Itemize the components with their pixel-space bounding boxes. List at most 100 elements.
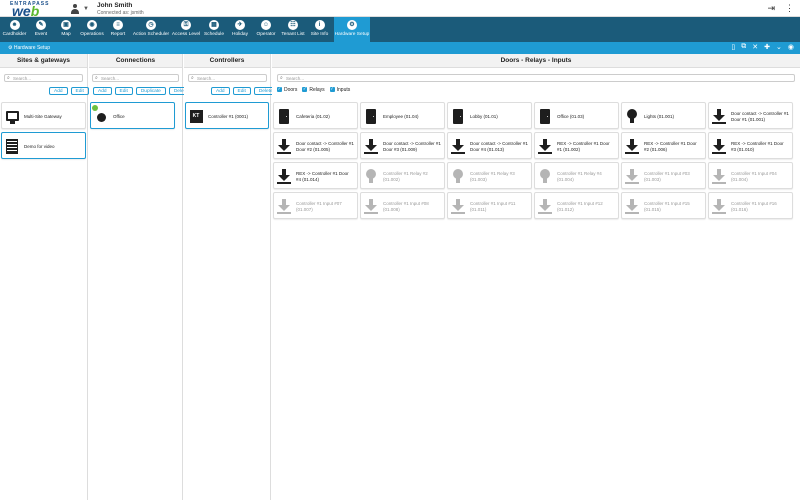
list-item-label: Controller #1 Input #04 (01.004): [731, 171, 777, 182]
list-item-label: Controller #1 Relay #4 (01.004): [557, 171, 602, 182]
list-item-label: REX -> Controller #1 Door #4 (01.014): [296, 171, 349, 182]
list-item-label: Controller #1 Input #15 (01.015): [644, 201, 690, 212]
list-item[interactable]: Lights (01.001): [621, 102, 706, 129]
list-item-label: Lobby (01.01): [470, 113, 498, 119]
nav-item-hardware-setup[interactable]: ⚙ Hardware Setup: [334, 17, 370, 42]
nav-item-label: Hardware Setup: [334, 32, 370, 37]
nav-item-report[interactable]: ≡ Report: [106, 17, 130, 42]
add-button[interactable]: Add: [211, 87, 230, 95]
list-item-label: Door contact -> Controller #1 Door #4 (0…: [470, 141, 528, 152]
more-options-icon[interactable]: ⋮: [785, 3, 794, 14]
input-arrow-icon: [625, 168, 639, 184]
filter-doors[interactable]: Doors: [277, 86, 297, 93]
list-item[interactable]: Controller #1 Input #11 (01.011): [447, 192, 532, 219]
nav-item-label: Operations: [80, 32, 104, 37]
edit-button[interactable]: Edit: [232, 87, 251, 95]
controller-icon: KT: [189, 108, 203, 124]
action-scheduler-icon: ◷: [146, 20, 156, 30]
controllers-search-input[interactable]: ⌕ Search...: [188, 74, 267, 82]
nav-item-operations[interactable]: ◉ Operations: [79, 17, 105, 42]
sub-toolbar: ⚙ Hardware Setup ▯ ⧉ ✕ ✚ ⌄ ◉: [0, 42, 800, 54]
close-icon[interactable]: ✕: [752, 43, 758, 51]
search-icon: ⌕: [280, 75, 283, 81]
chevron-down-icon[interactable]: ⌄: [776, 43, 782, 51]
list-item-label: Controller #1 (0001): [208, 113, 249, 119]
input-arrow-icon: [277, 198, 291, 214]
list-item[interactable]: Employee (01.04): [360, 102, 445, 129]
list-item[interactable]: Controller #1 Input #08 (01.008): [360, 192, 445, 219]
doors-search-input[interactable]: ⌕ Search...: [277, 74, 795, 82]
eye-icon[interactable]: ◉: [788, 43, 794, 51]
nav-item-holiday[interactable]: ✈ Holiday: [228, 17, 252, 42]
nav-item-map[interactable]: ▣ Map: [55, 17, 77, 42]
list-item[interactable]: Door contact -> Controller #1 Door #4 (0…: [447, 132, 532, 159]
list-item[interactable]: Office: [90, 102, 175, 129]
input-arrow-icon: [364, 198, 378, 214]
nav-item-schedule[interactable]: ▦ Schedule: [202, 17, 226, 42]
add-button[interactable]: Add: [49, 87, 68, 95]
list-item[interactable]: Door contact -> Controller #1 Door #2 (0…: [273, 132, 358, 159]
input-arrow-icon: [364, 138, 378, 154]
list-item[interactable]: Controller #1 Input #16 (01.016): [708, 192, 793, 219]
split-view-icon[interactable]: ▯: [731, 43, 735, 51]
filter-inputs[interactable]: Inputs: [329, 86, 350, 93]
sites-search-input[interactable]: ⌕ Search...: [4, 74, 83, 82]
list-item[interactable]: Controller #1 Relay #2 (01.002): [360, 162, 445, 189]
connection-icon: [92, 105, 108, 124]
list-item[interactable]: REX -> Controller #1 Door #2 (01.006): [621, 132, 706, 159]
nav-item-cardholder[interactable]: ☻ Cardholder: [1, 17, 28, 42]
duplicate-button[interactable]: Duplicate: [135, 87, 166, 95]
list-item[interactable]: Controller #1 Relay #3 (01.003): [447, 162, 532, 189]
input-arrow-icon: [625, 138, 639, 154]
list-item[interactable]: Office (01.03): [534, 102, 619, 129]
chevron-down-icon[interactable]: ▼: [83, 6, 89, 12]
edit-button[interactable]: Edit: [70, 87, 89, 95]
list-item[interactable]: Demo for video: [1, 132, 86, 159]
nav-item-label: Operator: [256, 32, 276, 37]
user-menu[interactable]: ▼: [70, 2, 97, 16]
report-icon: ≡: [113, 20, 123, 30]
nav-item-access-level[interactable]: ⚿ Access Level: [171, 17, 201, 42]
list-item[interactable]: Controller #1 Input #15 (01.015): [621, 192, 706, 219]
list-item[interactable]: Controller #1 Input #12 (01.012): [534, 192, 619, 219]
nav-item-site-info[interactable]: i Site Info: [307, 17, 332, 42]
edit-button[interactable]: Edit: [114, 87, 133, 95]
add-button[interactable]: Add: [93, 87, 112, 95]
hardware-setup-icon: ⚙: [347, 20, 357, 30]
nav-item-tenant-list[interactable]: ☷ Tenant List: [280, 17, 306, 42]
open-external-icon[interactable]: ⧉: [741, 43, 746, 51]
list-item[interactable]: Controller #1 Relay #4 (01.004): [534, 162, 619, 189]
list-item-label: REX -> Controller #1 Door #2 (01.006): [644, 141, 697, 152]
site-info-icon: i: [314, 20, 325, 30]
list-item[interactable]: Multi-Site Gateway: [1, 102, 86, 129]
list-item-label: Door contact -> Controller #1 Door #3 (0…: [383, 141, 441, 152]
input-arrow-icon: [538, 138, 552, 154]
input-arrow-icon: [712, 138, 726, 154]
bulb-icon: [625, 108, 639, 124]
list-item[interactable]: Lobby (01.01): [447, 102, 532, 129]
list-item[interactable]: Controller #1 Input #04 (01.004): [708, 162, 793, 189]
list-item[interactable]: REX -> Controller #1 Door #3 (01.010): [708, 132, 793, 159]
list-item-label: Demo for video: [24, 143, 55, 149]
operations-icon: ◉: [87, 20, 97, 30]
nav-item-operator[interactable]: ☺ Operator: [254, 17, 278, 42]
nav-item-event[interactable]: ✎ Event: [30, 17, 52, 42]
list-item[interactable]: Controller #1 Input #07 (01.007): [273, 192, 358, 219]
doors-relays-inputs-panel: Doors - Relays - Inputs ⌕Search... Doors…: [272, 54, 800, 500]
connections-search-input[interactable]: ⌕ Search...: [92, 74, 179, 82]
list-item[interactable]: Controller #1 Input #03 (01.003): [621, 162, 706, 189]
list-item[interactable]: REX -> Controller #1 Door #4 (01.014): [273, 162, 358, 189]
gear-icon: ⚙: [8, 45, 13, 51]
page-title: ⚙ Hardware Setup: [8, 45, 51, 51]
search-icon: ⌕: [95, 75, 98, 81]
list-item[interactable]: Door contact -> Controller #1 Door #1 (0…: [708, 102, 793, 129]
logout-icon[interactable]: ⇥: [767, 3, 775, 14]
list-item[interactable]: REX -> Controller #1 Door #1 (01.002): [534, 132, 619, 159]
add-icon[interactable]: ✚: [764, 43, 770, 51]
filter-relays[interactable]: Relays: [302, 86, 325, 93]
list-item[interactable]: Door contact -> Controller #1 Door #3 (0…: [360, 132, 445, 159]
list-item[interactable]: Cafeteria (01.02): [273, 102, 358, 129]
list-item[interactable]: KT Controller #1 (0001): [185, 102, 269, 129]
nav-item-action-scheduler[interactable]: ◷ Action Scheduler: [132, 17, 170, 42]
input-arrow-icon: [712, 108, 726, 124]
